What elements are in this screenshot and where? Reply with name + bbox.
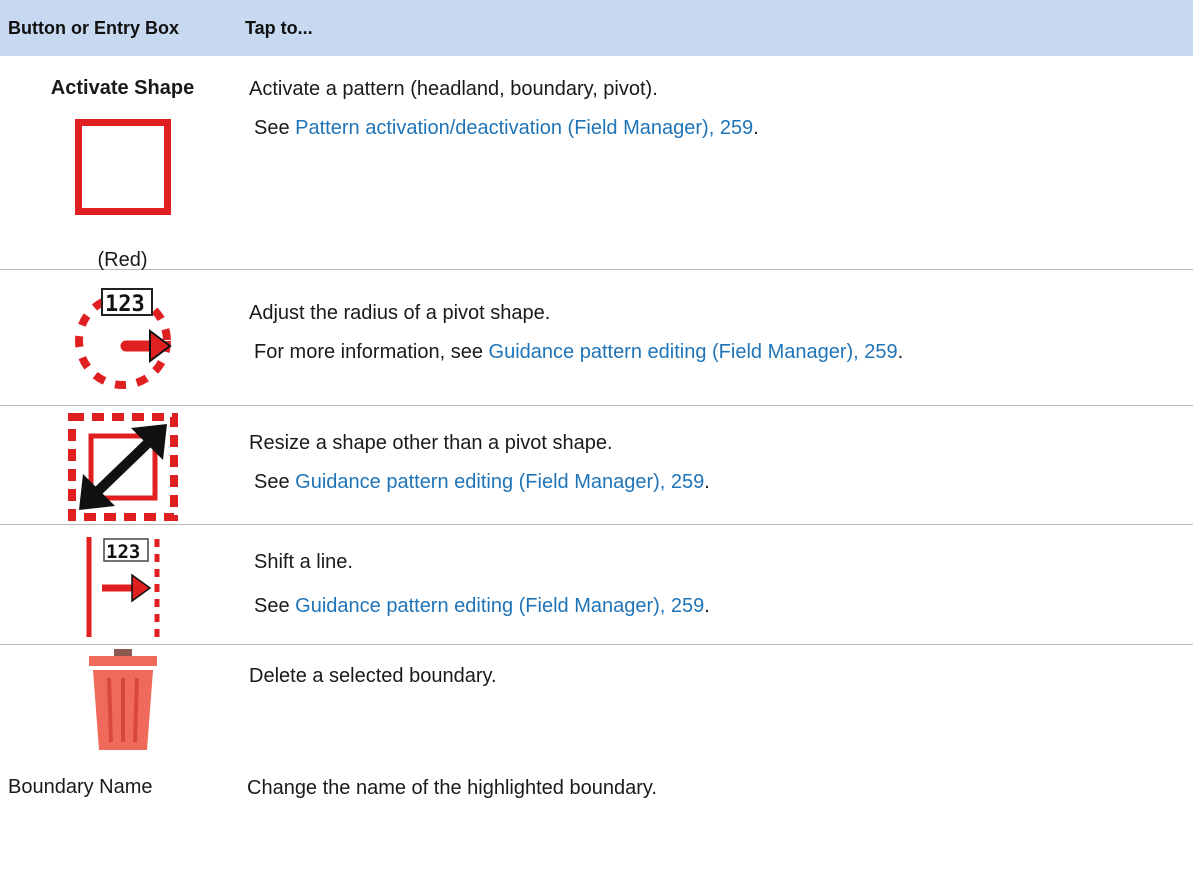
button-cell <box>0 645 245 754</box>
button-reference-table: Button or Entry Box Tap to... Activate S… <box>0 0 1193 814</box>
header-col-button: Button or Entry Box <box>8 17 179 38</box>
period: . <box>704 471 710 493</box>
button-cell: Boundary Name <box>0 754 245 814</box>
button-cell: 123 <box>0 270 245 405</box>
trash-icon[interactable] <box>87 648 159 752</box>
shift-line-icon[interactable]: 123 <box>78 533 168 639</box>
see-prefix: See <box>254 117 296 139</box>
guidance-pattern-editing-link[interactable]: Guidance pattern editing (Field Manager)… <box>295 471 704 493</box>
description-cell: Change the name of the highlighted bound… <box>245 754 1193 814</box>
see-prefix: For more information, see <box>254 341 489 363</box>
table-row-pivot-radius: 123 Adjust the radius of a pivot shape. … <box>0 270 1193 406</box>
boundary-name-label: Boundary Name <box>8 776 153 798</box>
icon-caption: (Red) <box>97 249 148 271</box>
see-also-line: See Guidance pattern editing (Field Mana… <box>254 470 1193 495</box>
guidance-pattern-editing-link[interactable]: Guidance pattern editing (Field Manager)… <box>489 341 898 363</box>
activate-shape-label: Activate Shape <box>50 77 195 99</box>
button-cell: Activate Shape (Red) <box>0 56 245 271</box>
resize-shape-icon[interactable] <box>67 412 179 522</box>
pivot-radius-icon[interactable]: 123 <box>58 284 188 394</box>
period: . <box>897 341 904 363</box>
button-cell <box>0 406 245 524</box>
description-cell: Adjust the radius of a pivot shape. For … <box>245 270 1193 405</box>
guidance-pattern-editing-link[interactable]: Guidance pattern editing (Field Manager)… <box>295 595 704 617</box>
period: . <box>704 595 710 617</box>
see-also-line: For more information, see Guidance patte… <box>254 340 1193 365</box>
see-prefix: See <box>254 595 296 617</box>
description-line: Activate a pattern (headland, boundary, … <box>249 78 658 100</box>
description-cell: Shift a line. See Guidance pattern editi… <box>245 525 1193 644</box>
see-prefix: See <box>254 471 296 493</box>
description-cell: Delete a selected boundary. <box>245 645 1193 754</box>
description-cell: Activate a pattern (headland, boundary, … <box>245 56 1193 269</box>
table-row-shift-line: 123 Shift a line. See Guidance pattern e… <box>0 525 1193 645</box>
description-line: Change the name of the highlighted bound… <box>247 777 657 799</box>
description-cell: Resize a shape other than a pivot shape.… <box>245 406 1193 524</box>
shift-number-text: 123 <box>106 541 140 563</box>
table-row-delete-boundary: Delete a selected boundary. <box>0 645 1193 754</box>
pivot-number-text: 123 <box>105 292 145 317</box>
period: . <box>753 117 759 139</box>
description-line: Adjust the radius of a pivot shape. <box>249 302 551 324</box>
table-header: Button or Entry Box Tap to... <box>0 0 1193 56</box>
table-row-activate-shape: Activate Shape (Red) Activate a pattern … <box>0 56 1193 271</box>
description-line: Shift a line. <box>254 551 353 573</box>
description-line: Resize a shape other than a pivot shape. <box>249 432 613 454</box>
table-row-resize-shape: Resize a shape other than a pivot shape.… <box>0 406 1193 525</box>
red-square-outline-icon[interactable] <box>74 119 171 215</box>
pattern-activation-link[interactable]: Pattern activation/deactivation (Field M… <box>295 117 753 139</box>
description-line: Delete a selected boundary. <box>249 665 497 687</box>
see-also-line: See Pattern activation/deactivation (Fie… <box>254 116 1193 141</box>
header-col-tap: Tap to... <box>245 17 313 38</box>
table-row-boundary-name: Boundary Name Change the name of the hig… <box>0 754 1193 814</box>
button-cell: 123 <box>0 525 245 644</box>
see-also-line: See Guidance pattern editing (Field Mana… <box>254 594 1193 619</box>
